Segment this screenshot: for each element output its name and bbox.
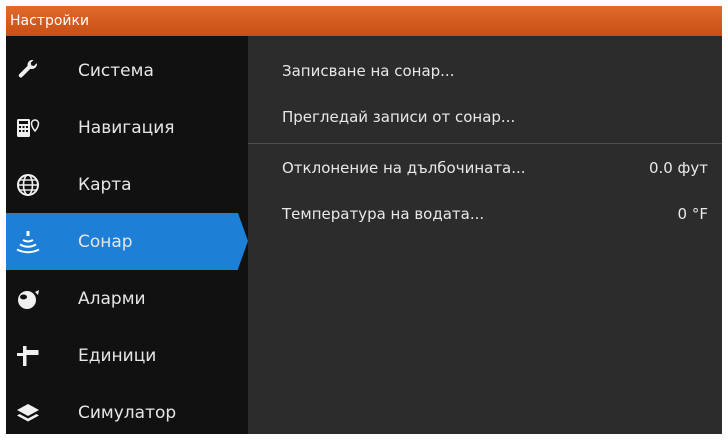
option-label: Записване на сонар...	[282, 62, 455, 80]
depth-offset-option[interactable]: Отклонение на дълбочината... 0.0 фут	[248, 145, 722, 192]
sidebar: Система Навигация Карта Сонар Аларми Еди…	[6, 36, 248, 434]
settings-window: Настройки Система Навигация Карта Сонар …	[6, 6, 722, 434]
sidebar-item-system[interactable]: Система	[6, 42, 238, 99]
sidebar-item-simulator[interactable]: Симулатор	[6, 384, 238, 434]
sidebar-item-label: Аларми	[78, 288, 146, 309]
divider	[248, 143, 722, 144]
sonar-icon	[16, 230, 40, 253]
sidebar-item-navigation[interactable]: Навигация	[6, 99, 238, 156]
sidebar-item-label: Система	[78, 60, 154, 81]
option-value: 0.0 фут	[648, 159, 708, 177]
navigation-icon	[17, 118, 40, 137]
sidebar-item-chart[interactable]: Карта	[6, 156, 238, 213]
option-label: Отклонение на дълбочината...	[282, 159, 526, 177]
wrench-icon	[18, 59, 37, 77]
layers-icon	[17, 403, 39, 421]
view-sonar-log-option[interactable]: Прегледай записи от сонар...	[248, 94, 722, 141]
option-label: Температура на водата...	[282, 205, 485, 223]
globe-icon	[17, 173, 39, 196]
sonar-settings-panel: Записване на сонар... Прегледай записи о…	[248, 36, 722, 434]
sidebar-item-alarms[interactable]: Аларми	[6, 270, 238, 327]
sidebar-item-label: Единици	[78, 345, 157, 366]
sidebar-item-label: Навигация	[78, 117, 175, 138]
alarm-icon	[18, 289, 39, 309]
sidebar-item-label: Карта	[78, 174, 132, 195]
sidebar-item-label: Сонар	[78, 231, 133, 252]
sidebar-item-label: Симулатор	[78, 402, 177, 423]
sonar-recording-option[interactable]: Записване на сонар...	[248, 48, 722, 95]
water-temperature-option[interactable]: Температура на водата... 0 °F	[248, 191, 722, 238]
sidebar-item-units[interactable]: Единици	[6, 327, 238, 384]
units-icon	[17, 345, 39, 366]
option-label: Прегледай записи от сонар...	[282, 108, 516, 126]
window-title: Настройки	[6, 6, 722, 36]
option-value: 0 °F	[677, 205, 708, 223]
sidebar-item-sonar[interactable]: Сонар	[6, 213, 248, 270]
